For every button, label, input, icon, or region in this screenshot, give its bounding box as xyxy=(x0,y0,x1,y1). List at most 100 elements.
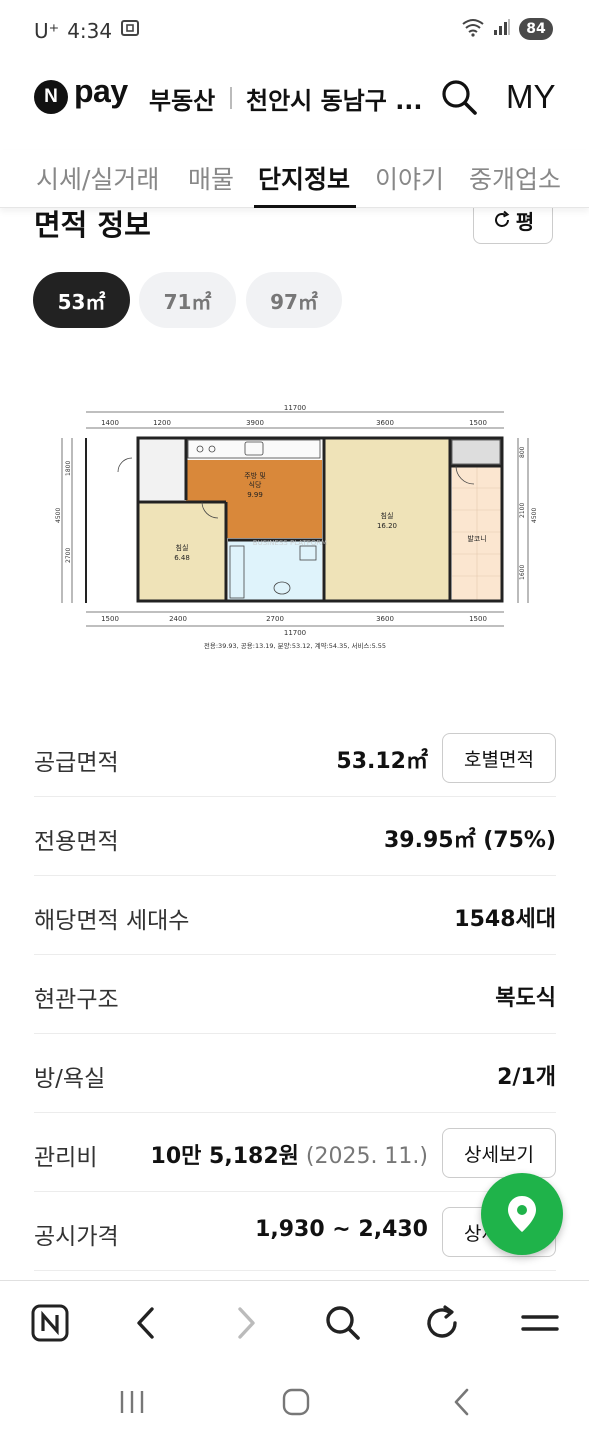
row-value-date: (2025. 11.) xyxy=(298,1144,428,1169)
row-label: 공시가격 xyxy=(34,1224,119,1250)
row-maintenance-fee: 관리비 10만 5,182원 (2025. 11.) 상세보기 xyxy=(34,1114,556,1192)
row-supply-area: 공급면적 53.12㎡ 호별면적 xyxy=(34,719,556,797)
dim-top: 1200 xyxy=(153,419,171,427)
header-divider xyxy=(230,87,232,109)
area-option-53[interactable]: 53㎡ xyxy=(33,272,130,328)
dim-right: 800 xyxy=(519,446,526,458)
naver-logo[interactable]: N xyxy=(34,80,68,114)
forward-button[interactable] xyxy=(224,1301,268,1345)
search-icon xyxy=(442,80,477,115)
row-label: 해당면적 세대수 xyxy=(34,908,190,934)
pay-logo-text[interactable]: pay xyxy=(74,73,128,110)
screenshot-icon xyxy=(120,18,140,43)
room-label: 침실 xyxy=(381,511,394,520)
dim-right-total: 4500 xyxy=(531,508,538,523)
browser-search-button[interactable] xyxy=(321,1301,365,1345)
dim-top: 1400 xyxy=(101,419,119,427)
dim-bottom: 2400 xyxy=(169,615,187,623)
app-header: N pay 부동산 천안시 동남구 ... MY xyxy=(0,62,589,136)
tab-active-indicator xyxy=(254,205,356,208)
dim-right: 2100 xyxy=(519,503,526,518)
system-back-button[interactable] xyxy=(442,1384,482,1420)
back-arrow-icon xyxy=(454,1388,469,1416)
region-title[interactable]: 천안시 동남구 ... xyxy=(246,81,423,116)
service-name[interactable]: 부동산 xyxy=(149,81,215,116)
menu-button[interactable] xyxy=(518,1301,562,1345)
row-value: 1,930 ~ 2,430 xyxy=(255,1217,428,1242)
room-label: 주방 및 xyxy=(244,471,266,480)
row-value: 10만 5,182원 xyxy=(150,1144,299,1169)
area-option-97[interactable]: 97㎡ xyxy=(246,272,342,328)
row-value-wrap: 10만 5,182원 (2025. 11.) xyxy=(151,1138,428,1170)
recent-apps-button[interactable] xyxy=(112,1384,152,1420)
row-value: 39.95㎡ (75%) xyxy=(383,828,556,853)
row-label: 공급면적 xyxy=(34,750,119,776)
floorplan-summary: 전용:39.93, 공용:13.19, 분양:53.12, 계약:54.35, … xyxy=(204,641,386,650)
row-value: 2/1개 xyxy=(497,1065,556,1090)
section-title: 면적 정보 xyxy=(34,208,151,242)
system-home-button[interactable] xyxy=(276,1384,316,1420)
row-value: 53.12㎡ xyxy=(336,749,428,774)
dim-top: 3900 xyxy=(246,419,264,427)
room-label: 식당 xyxy=(249,480,262,489)
dim-top: 3600 xyxy=(376,419,394,427)
room-area: 16.20 xyxy=(377,522,397,530)
watermark: BUSINESS PLATFORM xyxy=(253,539,327,547)
dim-bottom: 1500 xyxy=(469,615,487,623)
system-navigation-bar xyxy=(0,1364,589,1440)
dim-right: 1600 xyxy=(519,565,526,580)
browser-toolbar xyxy=(0,1280,589,1364)
row-label: 방/욕실 xyxy=(34,1066,106,1092)
row-value: 1548세대 xyxy=(454,907,556,932)
tab-price[interactable]: 시세/실거래 xyxy=(36,160,159,196)
tab-listings[interactable]: 매물 xyxy=(188,160,234,196)
refresh-icon xyxy=(494,210,510,227)
area-option-71[interactable]: 71㎡ xyxy=(139,272,236,328)
tab-complex-info[interactable]: 단지정보 xyxy=(258,160,350,196)
dim-left-total: 4500 xyxy=(55,508,62,523)
reload-button[interactable] xyxy=(420,1301,464,1345)
wifi-icon xyxy=(461,17,485,41)
dim-total-bottom: 11700 xyxy=(284,629,306,637)
room-label: 침실 xyxy=(176,543,189,552)
recent-apps-icon xyxy=(120,1391,144,1413)
row-rooms-baths: 방/욕실 2/1개 xyxy=(34,1035,556,1113)
status-bar: U⁺ 4:34 84 xyxy=(0,0,589,62)
tab-stories[interactable]: 이야기 xyxy=(375,160,444,196)
back-button[interactable] xyxy=(124,1301,168,1345)
chevron-right-icon xyxy=(238,1307,255,1339)
signal-icon xyxy=(493,18,511,40)
home-button[interactable] xyxy=(28,1301,72,1345)
my-button[interactable]: MY xyxy=(506,78,556,116)
row-label: 현관구조 xyxy=(34,987,119,1013)
unit-area-button[interactable]: 호별면적 xyxy=(442,733,556,783)
carrier-label: U⁺ xyxy=(34,18,60,43)
maintenance-detail-button[interactable]: 상세보기 xyxy=(442,1128,556,1178)
row-official-price: 공시가격 1,930 ~ 2,430 상세보기 xyxy=(34,1193,556,1271)
unit-toggle-label: 평 xyxy=(515,209,535,234)
tab-bar: 시세/실거래 매물 단지정보 이야기 중개업소 xyxy=(0,150,589,208)
room-label: 발코니 xyxy=(467,534,486,543)
reload-icon xyxy=(427,1305,457,1338)
dim-top: 1500 xyxy=(469,419,487,427)
row-label: 관리비 xyxy=(34,1145,98,1171)
dim-bottom: 2700 xyxy=(266,615,284,623)
location-pin-icon xyxy=(508,1196,536,1232)
tab-agencies[interactable]: 중개업소 xyxy=(469,160,561,196)
search-button[interactable] xyxy=(438,76,480,118)
chevron-left-icon xyxy=(137,1307,154,1339)
dim-left: 2700 xyxy=(65,548,72,563)
map-location-button[interactable] xyxy=(481,1173,563,1255)
row-label: 전용면적 xyxy=(34,829,119,855)
row-value: 복도식 xyxy=(495,986,556,1011)
floorplan-image: 11700 1400 1200 3900 3600 1500 1500 2400… xyxy=(55,404,538,650)
row-entrance-type: 현관구조 복도식 xyxy=(34,956,556,1034)
search-icon xyxy=(326,1306,360,1340)
dim-left: 1800 xyxy=(65,461,72,476)
dim-bottom: 3600 xyxy=(376,615,394,623)
dim-total-top: 11700 xyxy=(284,404,306,412)
room-area: 9.99 xyxy=(247,491,263,499)
home-outline-icon xyxy=(282,1388,310,1416)
room-area: 6.48 xyxy=(174,554,190,562)
menu-icon xyxy=(521,1315,559,1331)
